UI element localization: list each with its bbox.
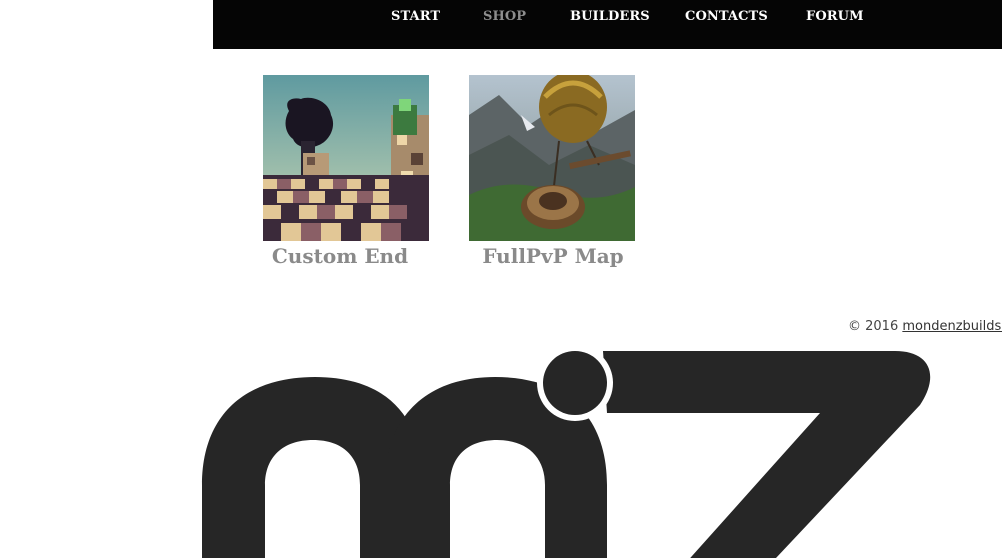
fullpvp-map-title[interactable]: FullPvP Map	[467, 244, 639, 268]
custom-end-image	[263, 75, 429, 241]
custom-end-title[interactable]: Custom End	[254, 244, 426, 268]
nav-item-start[interactable]: START	[391, 9, 440, 24]
mz-logo-graphic	[202, 345, 931, 558]
nav-item-forum[interactable]: FORUM	[806, 9, 864, 24]
copyright-text: © 2016	[848, 319, 899, 334]
product-card-custom-end: Custom End	[263, 75, 430, 268]
product-card-fullpvp-map: FullPvP Map	[469, 75, 636, 268]
fullpvp-map-thumbnail[interactable]	[469, 75, 635, 241]
mz-logo-icon	[195, 345, 955, 558]
footer-site-link[interactable]: mondenzbuilds.e	[902, 319, 1002, 334]
footer-copyright: © 2016 mondenzbuilds.e	[848, 319, 1002, 334]
top-navigation-bar: START SHOP BUILDERS CONTACTS FORUM	[213, 0, 1002, 49]
nav-item-builders[interactable]: BUILDERS	[570, 9, 650, 24]
nav-item-contacts[interactable]: CONTACTS	[685, 9, 768, 24]
fullpvp-map-image	[469, 75, 635, 241]
custom-end-thumbnail[interactable]	[263, 75, 429, 241]
nav-item-shop[interactable]: SHOP	[483, 9, 526, 24]
page: START SHOP BUILDERS CONTACTS FORUM Custo…	[0, 0, 1002, 558]
